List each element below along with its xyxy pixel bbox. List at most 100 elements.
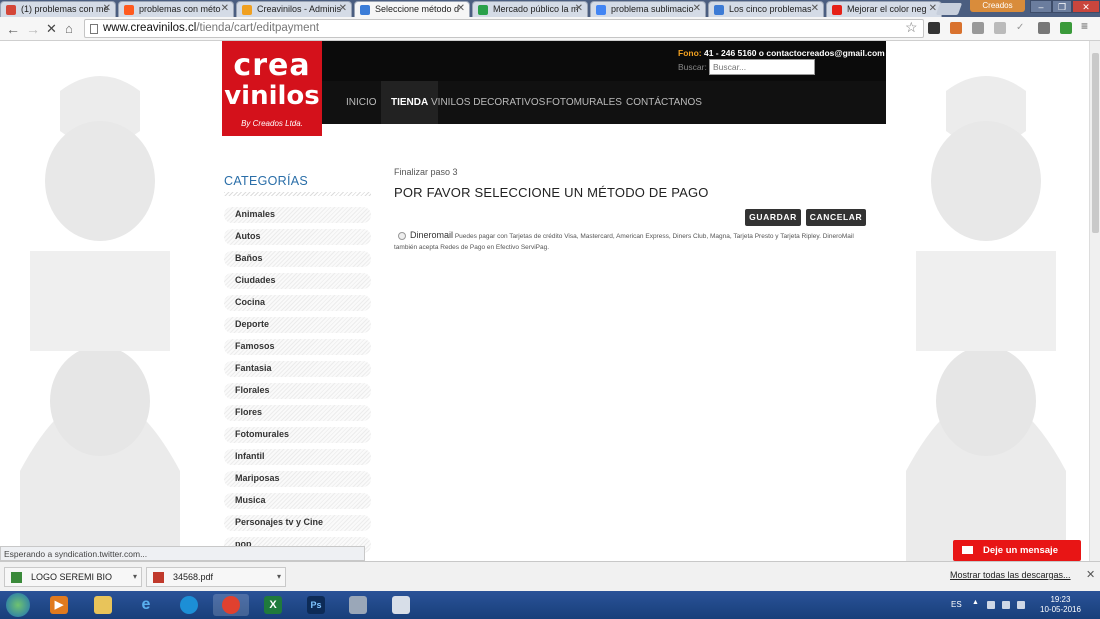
- tab-close-icon[interactable]: ✕: [103, 3, 111, 14]
- category-item[interactable]: Mariposas: [224, 471, 371, 487]
- menu-item[interactable]: CONTÁCTANOS: [616, 81, 712, 124]
- site-search-input[interactable]: [709, 59, 815, 75]
- tab-favicon-icon: [124, 5, 134, 15]
- category-item[interactable]: Baños: [224, 251, 371, 267]
- taskbar-ie[interactable]: e: [128, 594, 164, 616]
- leave-message-button[interactable]: Deje un mensaje: [953, 540, 1081, 561]
- categories-title: CATEGORÍAS: [224, 174, 309, 188]
- clock-time: 19:23: [1050, 595, 1071, 604]
- tab-close-icon[interactable]: ✕: [457, 3, 465, 14]
- close-window-icon[interactable]: ✕: [1072, 0, 1100, 13]
- tab-title: Creavinilos - Adminis: [257, 4, 342, 14]
- taskbar-photoshop[interactable]: Ps: [298, 594, 334, 616]
- category-item[interactable]: Animales: [224, 207, 371, 223]
- tab-close-icon[interactable]: ✕: [575, 3, 583, 14]
- taskbar-chrome[interactable]: [213, 594, 249, 616]
- background-illustration-right: [906, 76, 1066, 561]
- taskbar-notepad[interactable]: [383, 594, 419, 616]
- forward-icon[interactable]: →: [26, 21, 40, 37]
- windows-taskbar: ▶ e X Ps ES ▲ 19:23 10-05-2016: [0, 591, 1100, 619]
- cancel-button[interactable]: CANCELAR: [806, 209, 866, 226]
- category-item[interactable]: Deporte: [224, 317, 371, 333]
- category-item[interactable]: Cocina: [224, 295, 371, 311]
- new-tab-button[interactable]: [935, 3, 963, 15]
- browser-toolbar: ← → ✕ ⌂ www.creavinilos.cl/tienda/cart/e…: [0, 17, 1100, 41]
- tab-close-icon[interactable]: ✕: [811, 3, 819, 14]
- chrome-icon: [222, 596, 240, 614]
- logo-tagline: By Creados Ltda.: [241, 119, 303, 128]
- extension-check-icon[interactable]: ✓: [1016, 22, 1028, 34]
- system-clock[interactable]: 19:23 10-05-2016: [1040, 595, 1081, 615]
- minimize-icon[interactable]: –: [1030, 0, 1052, 13]
- browser-tab[interactable]: Los cinco problemas ✕: [708, 1, 824, 17]
- save-button[interactable]: GUARDAR: [745, 209, 801, 226]
- extension-camera-icon[interactable]: [950, 22, 962, 34]
- extension-layers-icon[interactable]: [928, 22, 940, 34]
- browser-tab[interactable]: Mercado público la m ✕: [472, 1, 588, 17]
- contact-info: Fono: 41 - 246 5160 o contactocreados@gm…: [678, 48, 885, 58]
- payment-radio[interactable]: [398, 232, 406, 241]
- menu-item[interactable]: INICIO: [336, 81, 387, 124]
- show-all-downloads-link[interactable]: Mostrar todas las descargas...: [950, 570, 1071, 580]
- tray-icon-1[interactable]: [987, 601, 995, 609]
- tray-icon-2[interactable]: [1002, 601, 1010, 609]
- browser-tab[interactable]: Creavinilos - Adminis ✕: [236, 1, 352, 17]
- download-item[interactable]: 34568.pdf ▾: [146, 567, 286, 587]
- maximize-icon[interactable]: ❐: [1052, 0, 1072, 13]
- extension-screen-icon[interactable]: [994, 22, 1006, 34]
- chevron-down-icon[interactable]: ▾: [133, 568, 137, 586]
- taskbar-explorer[interactable]: [85, 594, 121, 616]
- taskbar-excel[interactable]: X: [255, 594, 291, 616]
- category-item[interactable]: Ciudades: [224, 273, 371, 289]
- extension-box-icon[interactable]: [1038, 22, 1050, 34]
- extension-google-icon[interactable]: [1060, 22, 1072, 34]
- stop-loading-icon[interactable]: ✕: [46, 21, 57, 37]
- network-icon[interactable]: [1017, 601, 1025, 609]
- extension-gray-icon[interactable]: [972, 22, 984, 34]
- category-item[interactable]: Personajes tv y Cine: [224, 515, 371, 531]
- taskbar-scanner[interactable]: [340, 594, 376, 616]
- phone-label: Fono:: [678, 48, 702, 58]
- tab-close-icon[interactable]: ✕: [339, 3, 347, 14]
- category-item[interactable]: Florales: [224, 383, 371, 399]
- browser-tab[interactable]: problemas con méto ✕: [118, 1, 234, 17]
- back-icon[interactable]: ←: [6, 21, 20, 37]
- download-item[interactable]: LOGO SEREMI BIO BIO.gif ▾: [4, 567, 142, 600]
- bookmark-star-icon[interactable]: ☆: [905, 19, 918, 36]
- scrollbar-thumb[interactable]: [1092, 53, 1099, 233]
- browser-tab[interactable]: Seleccione método d ✕: [354, 1, 470, 17]
- category-item[interactable]: Fotomurales: [224, 427, 371, 443]
- chevron-down-icon[interactable]: ▾: [277, 568, 281, 586]
- tab-favicon-icon: [6, 5, 16, 15]
- category-item[interactable]: Famosos: [224, 339, 371, 355]
- browser-tab[interactable]: Mejorar el color neg ✕: [826, 1, 942, 17]
- tab-close-icon[interactable]: ✕: [221, 3, 229, 14]
- taskbar-media-player[interactable]: ▶: [41, 594, 77, 616]
- start-button[interactable]: [6, 593, 30, 617]
- category-item[interactable]: Autos: [224, 229, 371, 245]
- taskbar-app[interactable]: [171, 594, 207, 616]
- browser-tab[interactable]: (1) problemas con me ✕: [0, 1, 116, 17]
- menu-icon[interactable]: ≡: [1081, 19, 1093, 33]
- home-icon[interactable]: ⌂: [65, 21, 73, 37]
- tab-title: Seleccione método d: [375, 4, 460, 14]
- tab-title: Los cinco problemas: [729, 4, 812, 14]
- tab-close-icon[interactable]: ✕: [693, 3, 701, 14]
- search-label: Buscar:: [678, 62, 707, 72]
- address-bar[interactable]: www.creavinilos.cl/tienda/cart/editpayme…: [84, 19, 924, 38]
- category-item[interactable]: Infantil: [224, 449, 371, 465]
- url-domain: www.creavinilos.cl: [103, 22, 197, 34]
- step-label: Finalizar paso 3: [394, 167, 458, 177]
- tray-expand-icon[interactable]: ▲: [972, 599, 980, 607]
- browser-tab[interactable]: problema sublimacio ✕: [590, 1, 706, 17]
- site-logo[interactable]: crea vinilos By Creados Ltda.: [222, 41, 322, 136]
- category-item[interactable]: Flores: [224, 405, 371, 421]
- close-downloads-icon[interactable]: ✕: [1086, 568, 1095, 581]
- category-item[interactable]: Fantasia: [224, 361, 371, 377]
- url-path: /tienda/cart/editpayment: [196, 22, 320, 34]
- language-indicator[interactable]: ES: [951, 600, 962, 609]
- category-item[interactable]: Musica: [224, 493, 371, 509]
- profile-button[interactable]: Creados: [970, 0, 1025, 12]
- page-scrollbar[interactable]: [1089, 41, 1100, 561]
- pdf-file-icon: [153, 572, 164, 583]
